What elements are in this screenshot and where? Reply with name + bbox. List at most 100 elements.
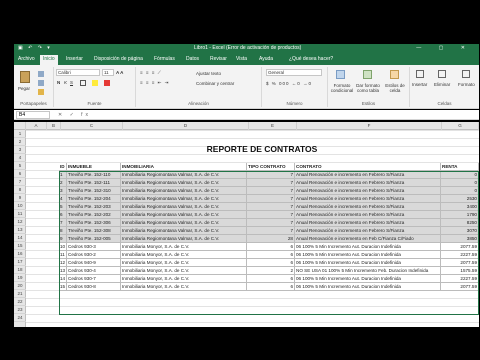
cell-id[interactable]: 1 (59, 171, 67, 179)
cell-contrato[interactable]: NO SE USA 01 100% 5 Min Incremento Feb. … (295, 267, 441, 275)
report-title[interactable]: REPORTE DE CONTRATOS (182, 144, 342, 154)
table-row[interactable]: 1 Treviño Pte. 152-110 Inmobiliaria Regiom… (59, 171, 479, 179)
cell-renta[interactable]: 3850 (441, 235, 479, 243)
table-row[interactable]: 13 Cedros 930-4 Inmobiliaria Monyor, S.A. … (59, 267, 479, 275)
copy-icon[interactable] (38, 80, 44, 86)
column-header-g[interactable]: G (442, 122, 479, 130)
delete-button[interactable]: Eliminar (434, 82, 450, 87)
merge-center-button[interactable]: Combinar y centrar (196, 81, 234, 86)
tab-inicio[interactable]: Inicio (40, 55, 58, 65)
cell-tipo-contrato[interactable]: 28 (247, 235, 295, 243)
cell-inmueble[interactable]: Treviño Pte. 152-203 (67, 203, 121, 211)
insert-cells-icon[interactable] (416, 70, 424, 78)
row-header[interactable]: 14 (14, 234, 26, 242)
table-header-row[interactable]: ID INMUEBLE INMOBILIARIA TIPO CONTRATO CONTR… (59, 163, 479, 171)
cell-inmueble[interactable]: Cedros 930-4 (67, 267, 121, 275)
number-format-icons[interactable]: $ % 000 ←0 →0 (266, 81, 312, 86)
worksheet[interactable]: A B C D E F G 1 2 3 4 5 6 7 8 9 10 11 12 13 14 15 16 17 1… (14, 122, 479, 327)
select-all-corner[interactable] (14, 122, 26, 130)
cell-contrato[interactable]: Anual Renovación e incremento en Febrero… (295, 195, 441, 203)
tab-vista[interactable]: Vista (236, 55, 247, 63)
cell-contrato[interactable]: Anual Renovación e incremento en Febrero… (295, 219, 441, 227)
cell-tipo-contrato[interactable]: 6 (247, 259, 295, 267)
row-header[interactable]: 10 (14, 202, 26, 210)
paste-icon[interactable] (20, 71, 30, 83)
row-header[interactable]: 12 (14, 218, 26, 226)
table-row[interactable]: 2 Treviño Pte. 152-111 Inmobiliaria Regiom… (59, 179, 479, 187)
cell-contrato[interactable]: 06 100% 5 Min Incremento Aut. Duracion I… (295, 251, 441, 259)
cell-renta[interactable]: 1575.59 (441, 267, 479, 275)
cell-inmobiliaria[interactable]: Inmobiliaria Regiomontana Valmar, S.A. d… (121, 235, 247, 243)
cell-tipo-contrato[interactable]: 7 (247, 219, 295, 227)
tab-formulas[interactable]: Fórmulas (154, 55, 175, 63)
table-row[interactable]: 6 Treviño Pte. 152-202 Inmobiliaria Regiom… (59, 211, 479, 219)
format-cells-icon[interactable] (462, 70, 470, 78)
cell-inmueble[interactable]: Cedros 940-9 (67, 259, 121, 267)
cell-contrato[interactable]: Anual Renovación e incremento en Febrero… (295, 227, 441, 235)
cell-tipo-contrato[interactable]: 7 (247, 171, 295, 179)
cell-tipo-contrato[interactable]: 6 (247, 275, 295, 283)
cell-contrato[interactable]: Anual Renovación e incremento en Feb C/F… (295, 235, 441, 243)
tell-me-search[interactable]: ¿Qué desea hacer? (289, 55, 333, 63)
italic-icon[interactable]: K (64, 80, 67, 85)
header-inmobiliaria[interactable]: INMOBILIARIA (121, 163, 247, 171)
table-row[interactable]: 4 Treviño Pte. 152-204 Inmobiliaria Regiom… (59, 195, 479, 203)
tab-revisar[interactable]: Revisar (210, 55, 227, 63)
column-header-e[interactable]: E (249, 122, 297, 130)
cell-id[interactable]: 12 (59, 259, 67, 267)
cell-id[interactable]: 9 (59, 235, 67, 243)
header-inmueble[interactable]: INMUEBLE (67, 163, 121, 171)
cell-id[interactable]: 6 (59, 211, 67, 219)
cell-id[interactable]: 14 (59, 275, 67, 283)
cell-contrato[interactable]: 06 100% 5 Min Incremento Aut. Duracion I… (295, 259, 441, 267)
row-header[interactable]: 13 (14, 226, 26, 234)
formula-bar-icons[interactable]: ✕ ✓ fx (58, 111, 91, 119)
cell-renta[interactable]: 2077.59 (441, 243, 479, 251)
row-header[interactable]: 7 (14, 178, 26, 186)
cell-contrato[interactable]: Anual Renovación e incremento en Febrero… (295, 171, 441, 179)
bold-icon[interactable]: N (57, 80, 60, 85)
column-header-f[interactable]: F (297, 122, 442, 130)
cell-inmueble[interactable]: Treviño Pte. 152-005 (67, 235, 121, 243)
cell-renta[interactable]: 0 (441, 179, 479, 187)
row-header[interactable]: 18 (14, 266, 26, 274)
column-header-a[interactable]: A (26, 122, 47, 130)
format-button[interactable]: Formato (458, 82, 475, 87)
cell-contrato[interactable]: Anual Renovación e incremento en Febrero… (295, 187, 441, 195)
column-header-d[interactable]: D (123, 122, 249, 130)
column-header-b[interactable]: B (47, 122, 61, 130)
cell-contrato[interactable]: Anual Renovación e incremento en Febrero… (295, 179, 441, 187)
cell-tipo-contrato[interactable]: 7 (247, 195, 295, 203)
tab-ayuda[interactable]: Ayuda (259, 55, 273, 63)
font-color-icon[interactable] (104, 80, 110, 86)
cell-inmueble[interactable]: Treviño Pte. 152-204 (67, 195, 121, 203)
row-header[interactable]: 20 (14, 282, 26, 290)
cell-inmobiliaria[interactable]: Inmobiliaria Regiomontana Valmar, S.A. d… (121, 227, 247, 235)
wrap-text-button[interactable]: Ajustar texto (196, 71, 221, 76)
row-header[interactable]: 19 (14, 274, 26, 282)
row-header[interactable]: 22 (14, 298, 26, 306)
row-header[interactable]: 9 (14, 194, 26, 202)
table-row[interactable]: 9 Treviño Pte. 152-005 Inmobiliaria Regiom… (59, 235, 479, 243)
cell-inmobiliaria[interactable]: Inmobiliaria Monyor, S.A. de C.V. (121, 259, 247, 267)
cell-inmueble[interactable]: Cedros 930-7 (67, 275, 121, 283)
vertical-align-icons[interactable]: ≡ ≡ ≡ ⟋ (140, 70, 162, 75)
font-size-select[interactable]: 11 (102, 69, 114, 76)
row-header[interactable]: 24 (14, 314, 26, 322)
cell-inmobiliaria[interactable]: Inmobiliaria Monyor, S.A. de C.V. (121, 243, 247, 251)
tab-insertar[interactable]: Insertar (66, 55, 83, 63)
cell-inmueble[interactable]: Treviño Pte. 152-308 (67, 227, 121, 235)
window-controls[interactable]: — ▢ ✕ (416, 44, 473, 53)
row-header[interactable]: 4 (14, 154, 26, 162)
cell-renta[interactable]: 2227.59 (441, 251, 479, 259)
cell-inmueble[interactable]: Treviño Pte. 152-202 (67, 211, 121, 219)
cell-inmobiliaria[interactable]: Inmobiliaria Regiomontana Valmar, S.A. d… (121, 211, 247, 219)
paste-button[interactable]: Pegar (18, 86, 30, 91)
cell-inmueble[interactable]: Cedros 930-2 (67, 251, 121, 259)
horizontal-align-icons[interactable]: ≡ ≡ ≡ ⇤ ⇥ (140, 80, 169, 86)
cell-inmobiliaria[interactable]: Inmobiliaria Regiomontana Valmar, S.A. d… (121, 187, 247, 195)
row-header[interactable]: 8 (14, 186, 26, 194)
cell-inmueble[interactable]: Treviño Pte. 152-110 (67, 171, 121, 179)
table-row[interactable]: 12 Cedros 940-9 Inmobiliaria Monyor, S.A. … (59, 259, 479, 267)
row-header[interactable]: 21 (14, 290, 26, 298)
